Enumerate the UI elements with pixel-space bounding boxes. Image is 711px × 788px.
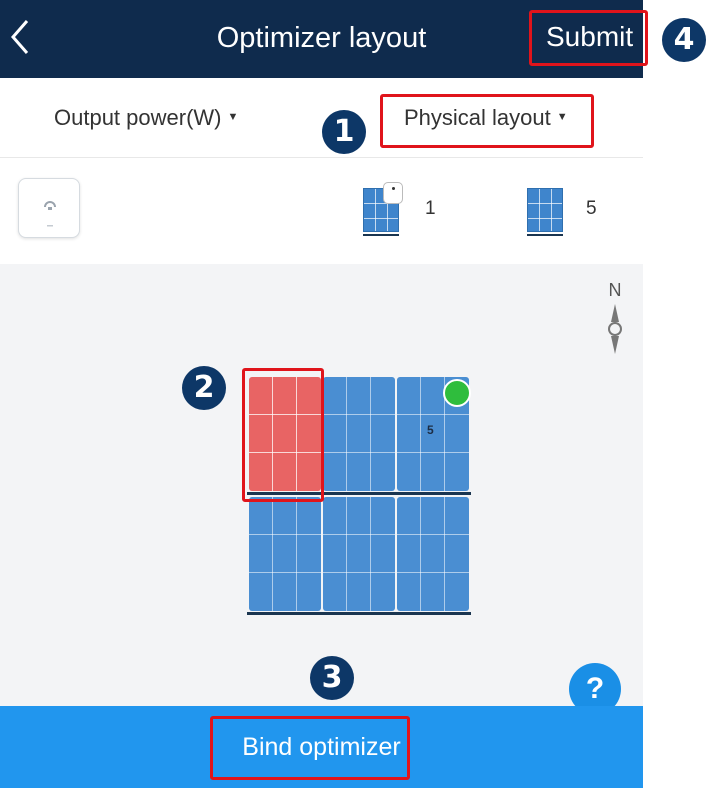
legend-underline: [363, 234, 399, 236]
optimizer-icon: [383, 182, 403, 204]
output-power-dropdown[interactable]: Output power(W) ▼: [54, 102, 238, 133]
legend-underline: [527, 234, 563, 236]
annotation-badge-4: 4: [662, 18, 706, 62]
optimizer-count: 1: [425, 198, 436, 219]
back-button[interactable]: [0, 14, 40, 60]
caret-down-icon: ▼: [227, 111, 239, 123]
callout-box-bind: [210, 716, 410, 780]
pv-panel[interactable]: [397, 497, 469, 611]
compass: N: [600, 280, 630, 360]
annotation-badge-1: 1: [322, 110, 366, 154]
pv-panel[interactable]: [249, 497, 321, 611]
pv-panel[interactable]: [323, 377, 395, 491]
callout-box-layout: [380, 94, 594, 148]
optimizer-dot[interactable]: [443, 379, 471, 407]
panel-count: 5: [586, 198, 597, 219]
pv-panel-icon: [527, 188, 563, 232]
output-power-label: Output power(W): [54, 105, 222, 130]
panel-number: 5: [427, 423, 434, 437]
inverter-icon: [44, 201, 56, 227]
callout-box-submit: [529, 10, 648, 66]
annotation-badge-3: 3: [310, 656, 354, 700]
callout-box-panel: [242, 368, 324, 502]
optimizer-legend[interactable]: [363, 182, 403, 236]
chevron-left-icon: [11, 20, 29, 54]
component-toolbar: 1 5: [0, 158, 643, 264]
pv-panel[interactable]: [323, 497, 395, 611]
annotation-badge-2: 2: [182, 366, 226, 410]
compass-north-label: N: [608, 280, 622, 300]
inverter-button[interactable]: [18, 178, 80, 238]
row-divider: [247, 612, 471, 615]
compass-needle-icon: [608, 304, 622, 354]
panel-legend[interactable]: [527, 188, 563, 236]
